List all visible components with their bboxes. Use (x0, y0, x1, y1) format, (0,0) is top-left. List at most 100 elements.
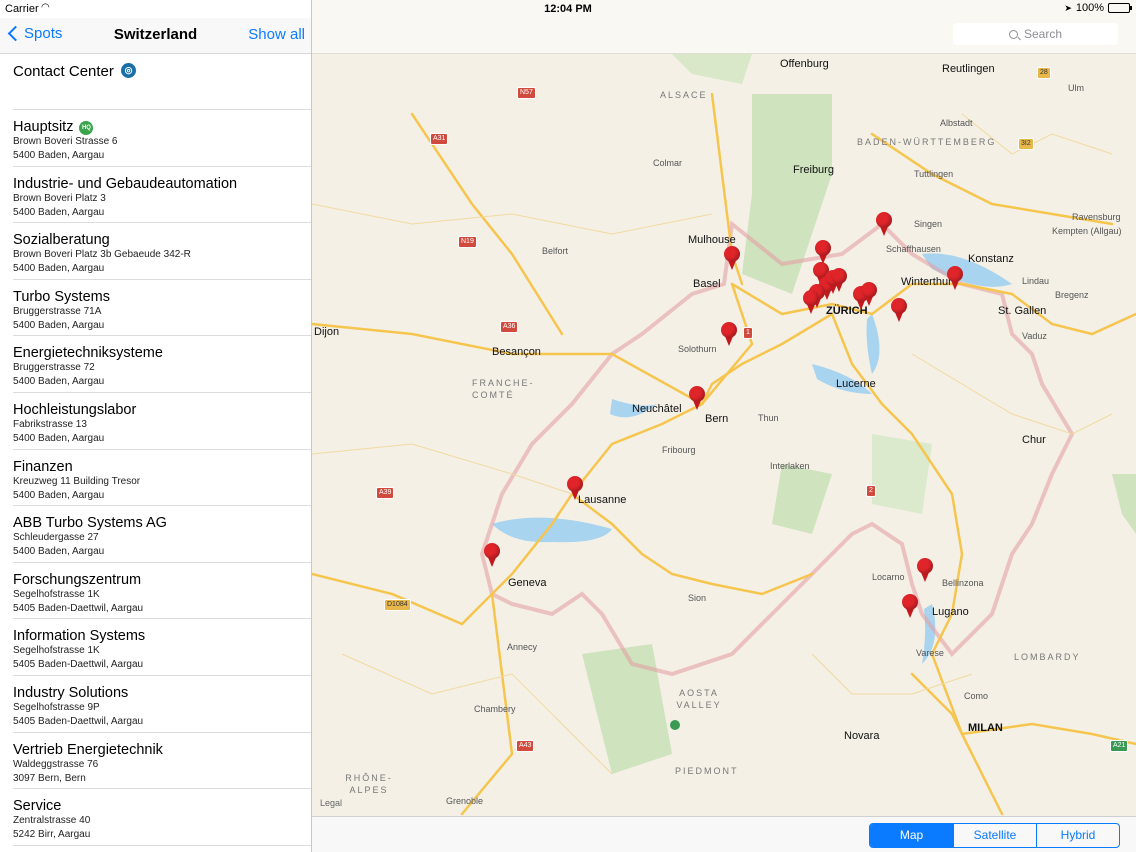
list-item[interactable]: Energietechniksysteme Bruggerstrasse 72 54… (13, 336, 311, 393)
city-label: Winterthur (901, 276, 952, 288)
list-item-city: 5400 Baden, Aargau (13, 489, 105, 501)
city-label: Reutlingen (942, 63, 995, 75)
city-label: Belfort (542, 246, 569, 256)
map-pin-icon[interactable] (946, 266, 964, 296)
city-label: Lucerne (836, 378, 876, 390)
list-item[interactable]: Information Systems Segelhofstrasse 1K 540… (13, 619, 311, 676)
map-pin-icon[interactable] (875, 212, 893, 242)
road-shield: A36 (500, 321, 519, 333)
city-label: Mulhouse (688, 234, 736, 246)
list-item-street: Brown Boveri Platz 3 (13, 192, 106, 204)
list-item[interactable]: Forschungszentrum Segelhofstrasse 1K 5405 … (13, 563, 311, 620)
city-label: Dijon (314, 326, 340, 338)
city-label: Locarno (872, 572, 905, 582)
road-shield: 1 (743, 327, 753, 339)
map-view[interactable]: ALSACE BADEN-WÜRTTEMBERG FRANCHE-COMTÉ A… (312, 54, 1136, 816)
map-pin-icon[interactable] (483, 543, 501, 573)
list-item-street: Fabrikstrasse 13 (13, 418, 87, 430)
search-field[interactable]: Search (953, 23, 1118, 45)
list-item[interactable]: Hochleistungslabor Fabrikstrasse 13 5400 B… (13, 393, 311, 450)
clock: 12:04 PM (544, 3, 592, 15)
list-item-street: Bruggerstrasse 71A (13, 305, 102, 317)
list-item-title: Service (13, 798, 61, 814)
battery-percent: 100% (1075, 2, 1104, 14)
list-item[interactable]: Sozialberatung Brown Boveri Platz 3b Geba… (13, 223, 311, 280)
map-type-control: Map Satellite Hybrid (869, 823, 1120, 848)
list-item[interactable]: Industry Solutions Segelhofstrasse 9P 5405… (13, 676, 311, 733)
region-label: FRANCHE-COMTÉ (472, 378, 535, 400)
city-label: Ravensburg (1072, 212, 1121, 222)
list-item[interactable]: Hauptsitz HQ Brown Boveri Strasse 6 5400 Ba… (13, 110, 311, 167)
list-item[interactable]: ABB Turbo Systems AG Schleudergasse 27 540… (13, 506, 311, 563)
list-item[interactable]: Turbo Systems Bruggerstrasse 71A 5400 Bade… (13, 280, 311, 337)
map-pin-icon[interactable] (916, 558, 934, 588)
map-pin-icon[interactable] (890, 298, 908, 328)
city-label: Solothurn (678, 344, 717, 354)
show-all-button[interactable]: Show all (248, 26, 305, 43)
city-label: Geneva (508, 577, 547, 589)
region-label: RHÔNE-ALPES (345, 773, 393, 795)
city-label: Vaduz (1022, 331, 1047, 341)
list-item-street: Segelhofstrasse 1K (13, 645, 100, 657)
list-item[interactable]: Industrie- und Gebaudeautomation Brown Bo… (13, 167, 311, 224)
city-label: St. Gallen (998, 305, 1047, 317)
city-label: Ulm (1068, 83, 1084, 93)
map-pin-icon[interactable] (802, 290, 820, 320)
list-item-street: Zentralstrasse 40 (13, 815, 91, 827)
map-pin-icon[interactable] (723, 246, 741, 276)
legal-link[interactable]: Legal (320, 798, 342, 808)
road-shield: 3I2 (1018, 138, 1034, 150)
hybrid-segment[interactable]: Hybrid (1036, 824, 1119, 847)
list-item-city: 5400 Baden, Aargau (13, 150, 105, 161)
list-item-city: 3097 Bern, Bern (13, 772, 86, 784)
list-item-title-text: Turbo Systems (13, 288, 110, 305)
spots-sidebar: Spots Switzerland Show all Contact Cente… (0, 0, 312, 852)
map-pin-icon[interactable] (830, 268, 848, 298)
map-pin-icon[interactable] (860, 282, 878, 312)
region-label: ALSACE (660, 90, 708, 100)
list-item[interactable]: Vertrieb Energietechnik Waldeggstrasse 76… (13, 733, 311, 790)
city-label: Chur (1022, 434, 1046, 446)
list-item[interactable]: Finanzen Kreuzweg 11 Building Tresor 5400 … (13, 450, 311, 507)
road-shield: N57 (517, 87, 536, 99)
list-item-title-text: Information Systems (13, 628, 146, 645)
list-item-title-text: Forschungszentrum (13, 571, 142, 588)
search-placeholder: Search (1023, 27, 1063, 41)
map-pin-icon[interactable] (720, 322, 738, 352)
city-label: Tuttlingen (914, 169, 954, 179)
map-pin-icon[interactable] (901, 594, 919, 624)
list-item-street: Schleudergasse 27 (13, 532, 99, 544)
list-item-city: 5405 Baden-Daettwil, Aargau (13, 602, 144, 614)
region-label: LOMBARDY (1014, 652, 1081, 662)
navigation-bar: Spots Switzerland Show all (0, 18, 311, 54)
list-item-street: Segelhofstrasse 1K (13, 588, 100, 600)
city-label: Varese (916, 648, 944, 658)
city-label: Interlaken (770, 461, 810, 471)
satellite-segment[interactable]: Satellite (953, 824, 1036, 847)
road-shield: A31 (430, 133, 449, 145)
region-label: AOSTA VALLEY (676, 688, 722, 710)
list-item-city: 5400 Baden, Aargau (13, 206, 105, 218)
map-pin-icon[interactable] (688, 386, 706, 416)
list-item-title-text: Finanzen (13, 458, 73, 475)
search-icon (1008, 29, 1018, 39)
list-item[interactable]: Service Zentralstrasse 40 5242 Birr, Aarga… (13, 789, 311, 846)
list-item-street: Kreuzweg 11 Building Tresor (13, 475, 141, 487)
list-item-street: Segelhofstrasse 9P (13, 701, 100, 713)
city-label: Konstanz (968, 253, 1014, 265)
city-label: Chambery (474, 704, 516, 714)
city-label: Lugano (932, 606, 969, 618)
list-item-city: 5405 Baden-Daettwil, Aargau (13, 659, 144, 671)
list-item-title: Energietechniksysteme (13, 345, 163, 361)
list-item-title-text: Vertrieb Energietechnik (13, 741, 163, 758)
city-label: Basel (693, 278, 721, 290)
map-segment[interactable]: Map (870, 824, 953, 847)
location-arrow-icon: ➤ (1064, 2, 1072, 13)
list-item-street: Brown Boveri Platz 3b Gebaeude 342-R (13, 249, 191, 261)
list-item-title: Hochleistungslabor (13, 402, 136, 418)
city-label: Singen (914, 219, 943, 229)
contact-center-row[interactable]: Contact Center ◎ (13, 54, 311, 110)
list-item-street: Brown Boveri Strasse 6 (13, 136, 118, 147)
list-item-city: 5400 Baden, Aargau (13, 319, 105, 331)
map-pin-icon[interactable] (566, 476, 584, 506)
